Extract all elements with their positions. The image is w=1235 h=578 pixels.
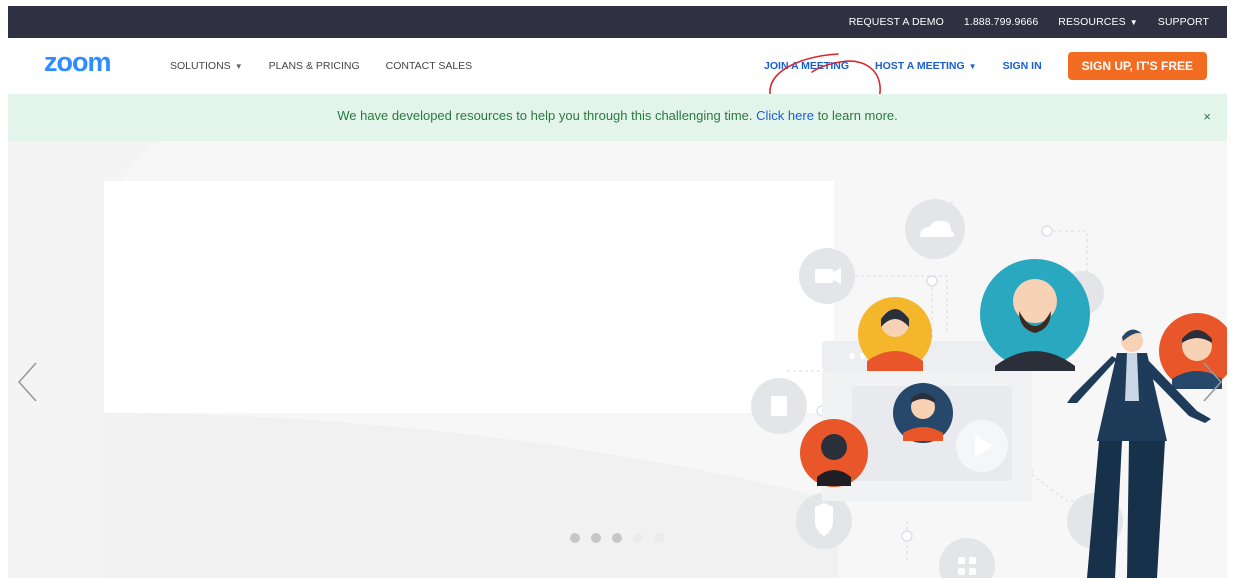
carousel-dots — [570, 533, 664, 543]
zoom-logo-icon: zoom — [44, 50, 112, 76]
hero-illustration — [751, 199, 1227, 578]
plans-pricing-link[interactable]: PLANS & PRICING — [269, 60, 360, 72]
chevron-left-icon[interactable] — [16, 361, 38, 403]
nav-right-links: JOIN A MEETING HOST A MEETING ▼ SIGN IN S… — [764, 38, 1207, 94]
solutions-menu[interactable]: SOLUTIONS ▼ — [170, 60, 243, 72]
carousel-dot[interactable] — [591, 533, 601, 543]
request-demo-link[interactable]: REQUEST A DEMO — [849, 16, 944, 28]
caret-down-icon: ▼ — [1129, 18, 1138, 27]
banner-message: We have developed resources to help you … — [8, 108, 1227, 123]
utility-links: REQUEST A DEMO 1.888.799.9666 RESOURCES ▼… — [849, 6, 1209, 38]
carousel-dot[interactable] — [570, 533, 580, 543]
resources-label: RESOURCES — [1058, 16, 1126, 28]
support-link[interactable]: SUPPORT — [1158, 16, 1209, 28]
chevron-right-icon[interactable] — [1202, 361, 1224, 403]
carousel-dot[interactable] — [633, 533, 643, 543]
solutions-label: SOLUTIONS — [170, 60, 231, 72]
join-meeting-link[interactable]: JOIN A MEETING — [764, 60, 849, 72]
utility-bar: REQUEST A DEMO 1.888.799.9666 RESOURCES ▼… — [8, 6, 1227, 38]
close-icon[interactable]: × — [1203, 109, 1211, 124]
logo-text: zoom — [44, 50, 111, 76]
caret-down-icon: ▼ — [968, 62, 977, 71]
caret-down-icon: ▼ — [234, 62, 243, 71]
zoom-logo[interactable]: zoom — [44, 50, 140, 76]
hero-carousel — [8, 141, 1227, 578]
signup-button[interactable]: SIGN UP, IT'S FREE — [1067, 52, 1207, 80]
sign-in-link[interactable]: SIGN IN — [1003, 60, 1042, 72]
resources-menu[interactable]: RESOURCES ▼ — [1058, 16, 1137, 28]
banner-link[interactable]: Click here — [756, 108, 814, 123]
host-meeting-label: HOST A MEETING — [875, 60, 965, 72]
banner-text-end: to learn more. — [817, 108, 898, 123]
host-meeting-menu[interactable]: HOST A MEETING ▼ — [875, 60, 977, 72]
contact-sales-link[interactable]: CONTACT SALES — [386, 60, 473, 72]
nav-left-links: SOLUTIONS ▼ PLANS & PRICING CONTACT SALES — [170, 38, 472, 94]
main-navigation: zoom SOLUTIONS ▼ PLANS & PRICING CONTACT … — [8, 38, 1227, 123]
banner-text: We have developed resources to help you … — [337, 108, 753, 123]
carousel-dot[interactable] — [612, 533, 622, 543]
phone-number-link[interactable]: 1.888.799.9666 — [964, 16, 1038, 28]
carousel-dot[interactable] — [654, 533, 664, 543]
browser-viewport: REQUEST A DEMO 1.888.799.9666 RESOURCES ▼… — [8, 6, 1227, 578]
grid-icon — [939, 538, 995, 578]
announcement-banner: We have developed resources to help you … — [8, 94, 1227, 141]
